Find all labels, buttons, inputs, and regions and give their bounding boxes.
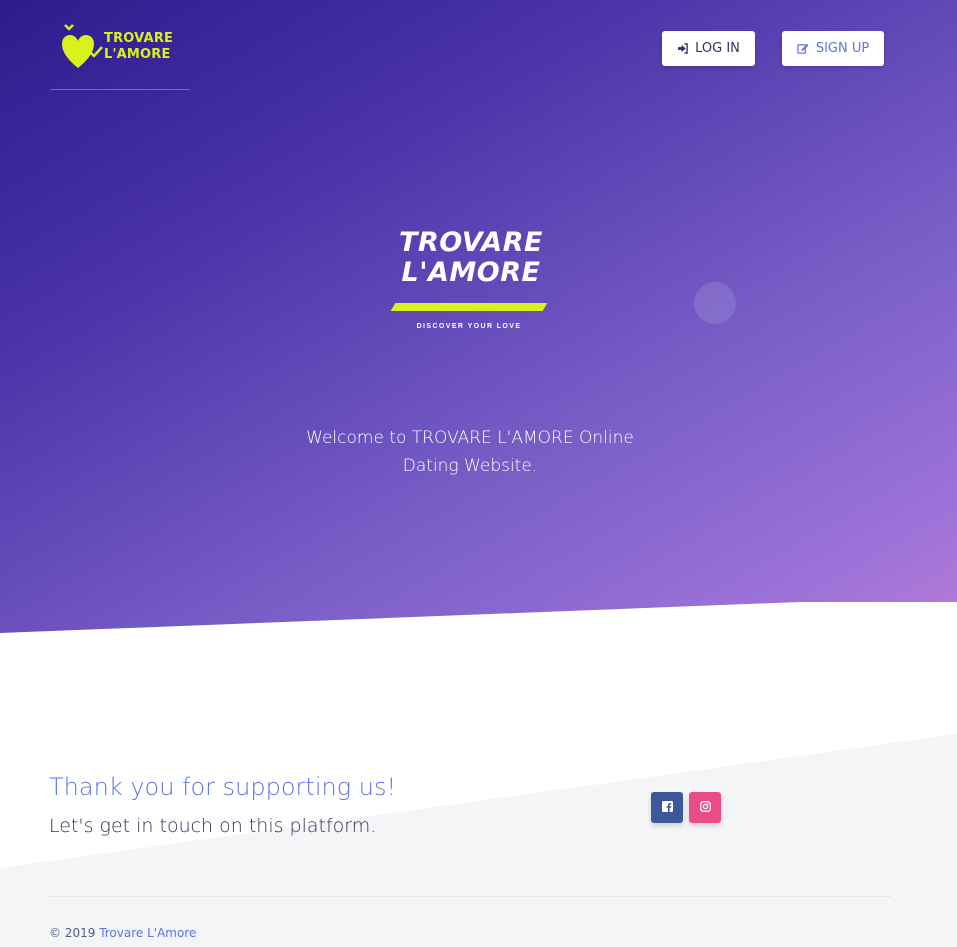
login-label: LOG IN (695, 41, 740, 56)
welcome-text: Welcome to TROVARE L'AMORE Online Dating… (306, 428, 634, 476)
facebook-button[interactable] (651, 792, 683, 823)
instagram-icon (699, 799, 711, 817)
signup-button[interactable]: SIGN UP (782, 31, 884, 66)
footer-divider (49, 896, 891, 897)
login-button[interactable]: LOG IN (662, 31, 755, 66)
logo-line-1: TROVARE (104, 31, 174, 46)
hero-tagline: DISCOVER YOUR LOVE (416, 323, 522, 330)
hero-logo-underline (390, 303, 548, 311)
footer-touch-subheading: Let's get in touch on this platform. (49, 815, 377, 837)
hero-logo-line-2: L'AMORE (401, 257, 541, 288)
copyright: © 2019 Trovare L'Amore (49, 926, 196, 940)
decorative-circle (694, 282, 736, 324)
logo-line-2: L'AMORE (104, 47, 171, 62)
footer-thanks-heading: Thank you for supporting us! (49, 773, 397, 801)
hero-logo-line-1: TROVARE (399, 227, 543, 258)
instagram-button[interactable] (689, 792, 721, 823)
logo-text: TROVARE L'AMORE (104, 31, 173, 63)
copyright-prefix: © 2019 (49, 926, 96, 940)
edit-icon (797, 43, 809, 54)
facebook-square-icon (661, 799, 673, 817)
heart-logo-icon (60, 20, 106, 77)
copyright-link[interactable]: Trovare L'Amore (99, 926, 196, 940)
brand-logo[interactable]: TROVARE L'AMORE (50, 18, 190, 90)
hero-logo: TROVARE L'AMORE DISCOVER YOUR LOVE (388, 228, 554, 338)
footer-section (0, 734, 957, 947)
sign-in-icon (677, 43, 688, 54)
signup-label: SIGN UP (815, 41, 870, 56)
